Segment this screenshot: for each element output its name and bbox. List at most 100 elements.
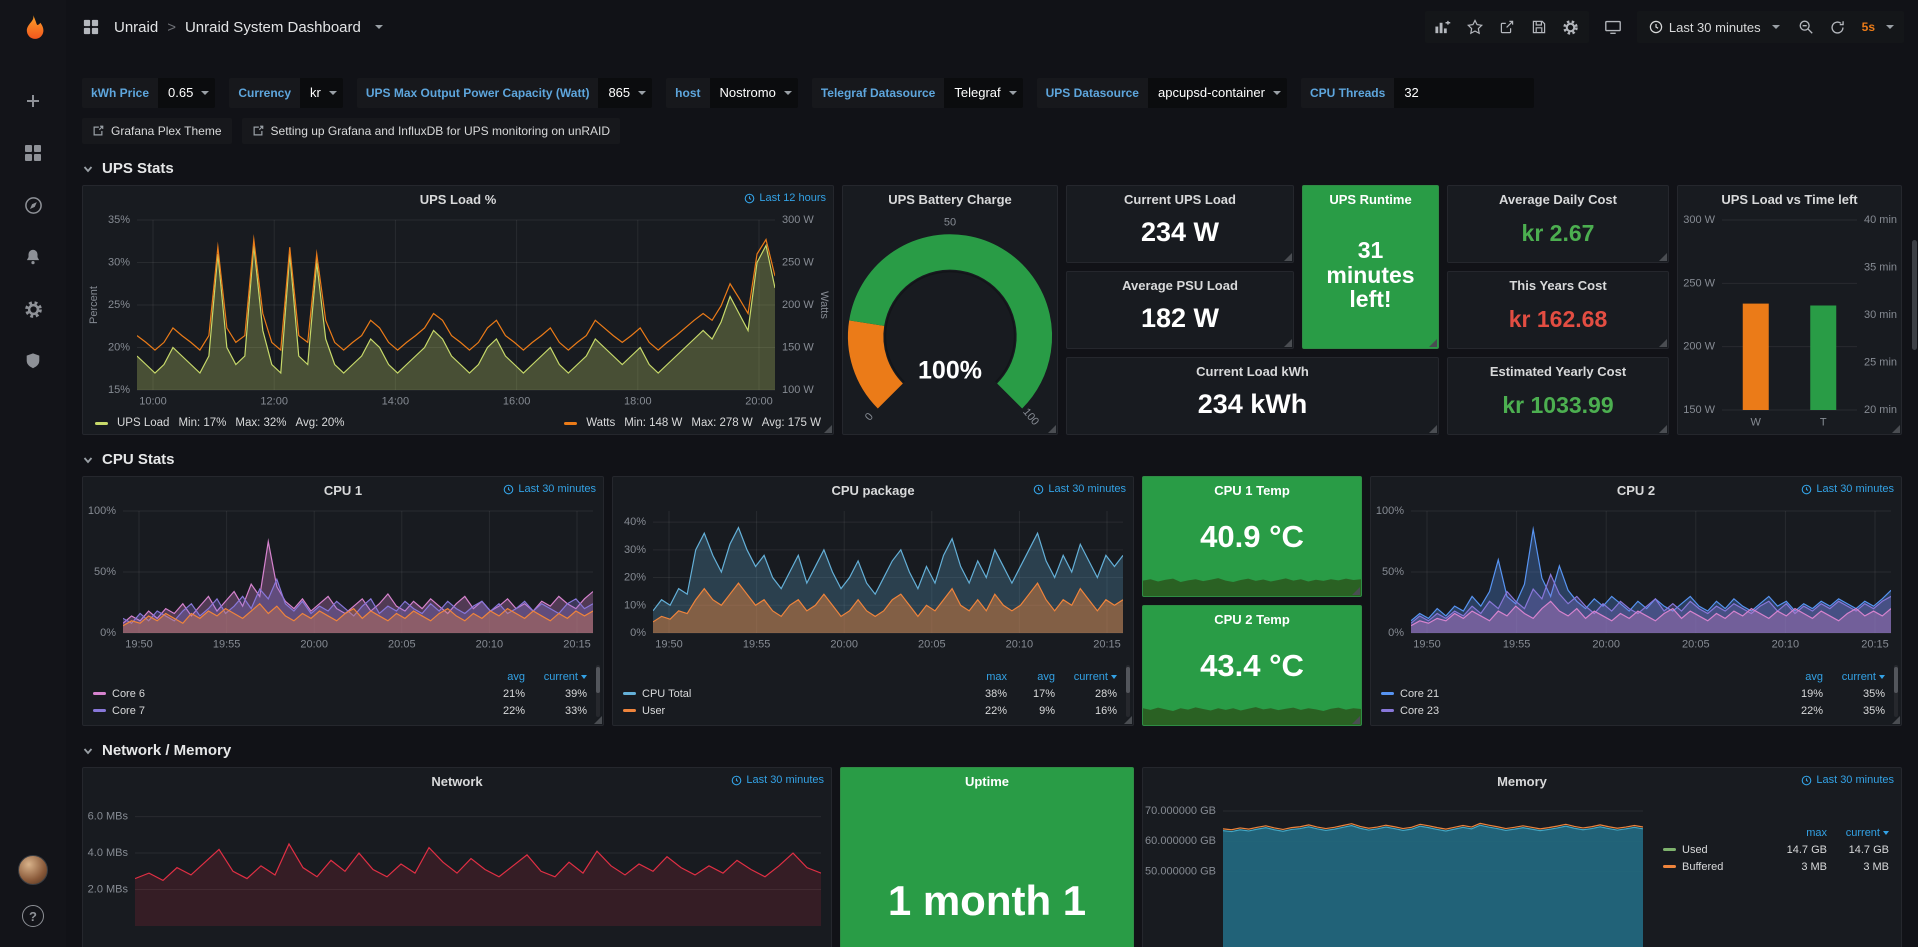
panel-resize-handle[interactable] [1352,716,1360,724]
panel-resize-handle[interactable] [1659,425,1667,433]
legend-sort-current[interactable]: current [525,671,587,683]
legend-sort-avg[interactable]: avg [1007,671,1055,683]
legend-sort-avg[interactable]: avg [1771,671,1823,683]
panel-title[interactable]: UPS Load vs Time left [1721,192,1857,207]
panel-resize-handle[interactable] [824,425,832,433]
breadcrumb-dashboard-title[interactable]: Unraid System Dashboard [185,19,361,36]
load-vs-time-bars[interactable] [1678,212,1901,434]
panel-title[interactable]: CPU package [831,483,914,498]
legend-sort-current[interactable]: current [1827,827,1889,839]
legend-sort-max[interactable]: max [959,671,1007,683]
variable-value-dropdown[interactable]: Nostromo [710,78,798,108]
panel-title[interactable]: CPU 1 [324,483,362,498]
legend-sort-max[interactable]: max [1765,827,1827,839]
panel-title[interactable]: Current UPS Load [1124,192,1236,207]
save-button[interactable] [1523,13,1555,41]
legend-sort-current[interactable]: current [1055,671,1117,683]
dashboard-links-row: Grafana Plex Theme Setting up Grafana an… [82,118,1902,144]
zoom-out-button[interactable] [1790,13,1822,41]
create-icon[interactable] [22,90,44,112]
variable-value-dropdown[interactable]: kr [300,78,343,108]
legend-series[interactable]: Used [1663,844,1765,856]
cpu-threads-input[interactable]: 32 [1394,78,1534,108]
settings-gear-button[interactable] [1555,13,1587,41]
panel-title[interactable]: CPU 2 [1617,483,1655,498]
panel-title[interactable]: UPS Runtime [1329,192,1411,207]
variable-value-dropdown[interactable]: apcupsd-container [1148,78,1287,108]
panel-resize-handle[interactable] [1892,716,1900,724]
alerting-bell-icon[interactable] [22,246,44,268]
page-scrollbar[interactable] [1912,240,1917,350]
dashboard-canvas: UPS Stats UPS Load % Last 12 hours [66,144,1918,947]
section-header-cpu-stats[interactable]: CPU Stats [82,435,1902,476]
panel-resize-handle[interactable] [594,716,602,724]
section-header-network-memory[interactable]: Network / Memory [82,726,1902,767]
legend-scrollbar[interactable] [1126,665,1130,717]
star-button[interactable] [1459,13,1491,41]
time-picker-button[interactable]: Last 30 minutes [1639,13,1790,41]
legend-series[interactable]: CPU Total [623,688,959,700]
panel-title[interactable]: Memory [1497,774,1547,789]
panel-resize-handle[interactable] [1892,425,1900,433]
series-marker [623,709,636,712]
panel-resize-handle[interactable] [1659,339,1667,347]
dashboard-link[interactable]: Grafana Plex Theme [82,118,232,144]
legend-scrollbar[interactable] [596,665,600,717]
admin-shield-icon[interactable] [22,350,44,372]
legend-item-watts[interactable]: Watts Min: 148 W Max: 278 W Avg: 175 W [564,417,821,429]
dashboards-icon[interactable] [22,142,44,164]
panel-title[interactable]: This Years Cost [1509,278,1606,293]
panel-title[interactable]: Average PSU Load [1122,278,1238,293]
breadcrumb-grid-icon[interactable] [80,16,102,38]
dashboard-link[interactable]: Setting up Grafana and InfluxDB for UPS … [242,118,621,144]
panel-resize-handle[interactable] [1352,587,1360,595]
legend-series[interactable]: Buffered [1663,861,1765,873]
legend-series[interactable]: Core 6 [93,688,473,700]
panel-resize-handle[interactable] [1284,339,1292,347]
panel-resize-handle[interactable] [1429,339,1437,347]
grafana-logo[interactable] [13,10,53,50]
legend-sort-avg[interactable]: avg [473,671,525,683]
breadcrumb-app[interactable]: Unraid [114,19,158,36]
legend-series[interactable]: Core 23 [1381,705,1771,717]
panel-resize-handle[interactable] [1284,253,1292,261]
explore-compass-icon[interactable] [22,194,44,216]
refresh-button[interactable] [1822,13,1854,41]
refresh-interval-button[interactable]: 5s [1854,13,1902,41]
variable-value-dropdown[interactable]: Telegraf [944,78,1022,108]
panel-title[interactable]: CPU 2 Temp [1214,612,1290,627]
legend-series[interactable]: User [623,705,959,717]
user-avatar[interactable] [18,855,48,885]
panel-resize-handle[interactable] [1124,716,1132,724]
chevron-down-icon[interactable] [375,25,383,29]
panel-title[interactable]: CPU 1 Temp [1214,483,1290,498]
panel-title[interactable]: Average Daily Cost [1499,192,1617,207]
panel-resize-handle[interactable] [1659,253,1667,261]
legend-scrollbar[interactable] [1894,665,1898,717]
share-button[interactable] [1491,13,1523,41]
legend-item-ups-load[interactable]: UPS Load Min: 17% Max: 32% Avg: 20% [95,417,345,429]
panel-title[interactable]: UPS Battery Charge [888,192,1012,207]
legend-series[interactable]: Core 7 [93,705,473,717]
variable-value-dropdown[interactable]: 0.65 [158,78,215,108]
cycle-view-tv-button[interactable] [1597,13,1629,41]
memory-chart[interactable] [1143,794,1653,947]
legend-series[interactable]: Core 21 [1381,688,1771,700]
legend-sort-current[interactable]: current [1823,671,1885,683]
panel-title[interactable]: Estimated Yearly Cost [1490,364,1626,379]
ups-load-chart[interactable] [83,212,833,434]
panel-resize-handle[interactable] [1048,425,1056,433]
add-panel-button[interactable] [1427,13,1459,41]
network-chart[interactable] [83,794,831,947]
configuration-gear-icon[interactable] [22,298,44,320]
panel-resize-handle[interactable] [1429,425,1437,433]
panel-title[interactable]: Uptime [965,774,1009,789]
panel-title[interactable]: UPS Load % [420,192,497,207]
help-icon[interactable]: ? [22,905,44,927]
panel-title[interactable]: Network [431,774,482,789]
section-header-ups-stats[interactable]: UPS Stats [82,144,1902,185]
battery-gauge[interactable] [843,212,1057,434]
time-override-badge: Last 30 minutes [1801,483,1894,495]
variable-value-dropdown[interactable]: 865 [598,78,652,108]
panel-title[interactable]: Current Load kWh [1196,364,1309,379]
